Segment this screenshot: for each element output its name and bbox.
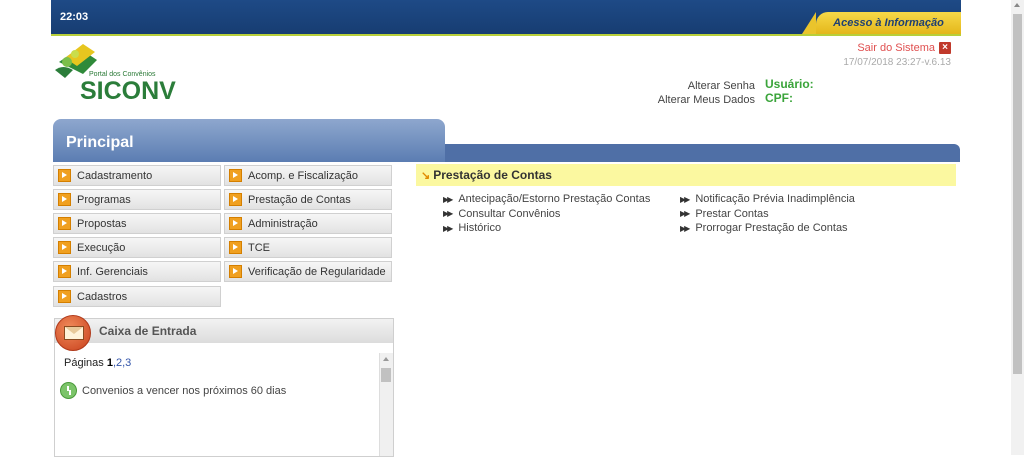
link-prorrogar-prestacao[interactable]: ▶▶ Prorrogar Prestação de Contas <box>680 221 855 236</box>
arrow-down-right-icon: ↘ <box>421 169 431 182</box>
arrow-right-icon <box>58 290 71 303</box>
clock-icon <box>60 382 77 399</box>
links-column-1: ▶▶ Antecipação/Estorno Prestação Contas ▶… <box>443 192 650 236</box>
menu-label: Programas <box>77 193 131 206</box>
link-prestar-contas[interactable]: ▶▶ Prestar Contas <box>680 207 855 222</box>
browser-scrollbar[interactable] <box>1011 0 1024 455</box>
menu-label: TCE <box>248 241 270 254</box>
cpf-label: CPF: <box>765 91 793 105</box>
link-label: Notificação Prévia Inadimplência <box>695 193 855 206</box>
menu-label: Verificação de Regularidade <box>248 265 386 278</box>
scroll-up-icon[interactable] <box>383 357 389 361</box>
logout-link[interactable]: Sair do Sistema <box>857 42 935 54</box>
arrow-right-icon <box>229 169 242 182</box>
menu-prestacao-contas[interactable]: Prestação de Contas <box>224 189 392 210</box>
arrow-right-icon <box>58 169 71 182</box>
page: 22:03 Acesso à Informação Portal dos Con… <box>51 0 961 457</box>
double-arrow-icon: ▶▶ <box>680 194 690 204</box>
datetime-version: 17/07/2018 23:27-v.6.13 <box>843 57 951 68</box>
arrow-right-icon <box>229 217 242 230</box>
menu-label: Administração <box>248 217 318 230</box>
change-password-link[interactable]: Alterar Senha <box>651 79 755 93</box>
arrow-right-icon <box>58 217 71 230</box>
inbox-panel: Caixa de Entrada Páginas 1,2,3 Convenios… <box>54 315 394 457</box>
menu-label: Propostas <box>77 217 127 230</box>
logo-title: SICONV <box>80 77 176 105</box>
section-title: Prestação de Contas <box>433 168 552 182</box>
link-label: Antecipação/Estorno Prestação Contas <box>458 193 651 206</box>
principal-title: Principal <box>66 134 134 151</box>
section-header: ↘ Prestação de Contas <box>416 164 956 186</box>
menu-label: Inf. Gerenciais <box>77 265 148 278</box>
link-label: Prorrogar Prestação de Contas <box>695 222 848 235</box>
close-icon[interactable]: × <box>939 42 951 54</box>
menu-execucao[interactable]: Execução <box>53 237 221 258</box>
scroll-thumb[interactable] <box>1013 14 1022 374</box>
change-data-link[interactable]: Alterar Meus Dados <box>651 93 755 107</box>
double-arrow-icon: ▶▶ <box>680 223 690 233</box>
menu-verificacao-regularidade[interactable]: Verificação de Regularidade <box>224 261 392 282</box>
menu-administracao[interactable]: Administração <box>224 213 392 234</box>
other-pages[interactable]: ,2,3 <box>113 357 131 369</box>
top-bar: 22:03 Acesso à Informação <box>51 0 961 36</box>
menu-programas[interactable]: Programas <box>53 189 221 210</box>
link-antecipacao-estorno[interactable]: ▶▶ Antecipação/Estorno Prestação Contas <box>443 192 650 207</box>
arrow-right-icon <box>58 265 71 278</box>
user-links: Alterar Senha Alterar Meus Dados <box>651 79 755 107</box>
mail-icon <box>55 315 91 351</box>
menu-inf-gerenciais[interactable]: Inf. Gerenciais <box>53 261 221 282</box>
arrow-right-icon <box>58 241 71 254</box>
menu-label: Cadastramento <box>77 169 153 182</box>
links-column-2: ▶▶ Notificação Prévia Inadimplência ▶▶ Pre… <box>680 192 855 236</box>
logout-area: Sair do Sistema × <box>857 42 951 54</box>
menu-label: Cadastros <box>77 290 128 303</box>
menu-label: Acomp. e Fiscalização <box>248 169 359 182</box>
inbox-header: Caixa de Entrada <box>55 315 393 351</box>
arrow-right-icon <box>58 193 71 206</box>
inbox-pagination: Páginas 1,2,3 <box>64 357 131 369</box>
menu-propostas[interactable]: Propostas <box>53 213 221 234</box>
access-info-link[interactable]: Acesso à Informação <box>802 12 961 34</box>
menu-label: Prestação de Contas <box>248 193 351 206</box>
clock-time: 22:03 <box>60 11 89 23</box>
inbox-item[interactable]: Convenios a vencer nos próximos 60 dias <box>60 382 286 399</box>
scroll-up-icon[interactable] <box>1014 3 1020 7</box>
arrow-right-icon <box>229 241 242 254</box>
pages-label: Páginas <box>64 357 104 369</box>
menu-acomp-fiscalizacao[interactable]: Acomp. e Fiscalização <box>224 165 392 186</box>
inbox-item-label: Convenios a vencer nos próximos 60 dias <box>82 384 287 397</box>
inbox-scrollbar[interactable] <box>379 353 393 456</box>
link-label: Prestar Contas <box>695 207 769 220</box>
menu-cadastros[interactable]: Cadastros <box>53 286 221 307</box>
double-arrow-icon: ▶▶ <box>680 209 690 219</box>
user-label: Usuário: <box>765 77 814 91</box>
siconv-logo[interactable]: Portal dos Convênios SICONV <box>53 40 183 104</box>
link-label: Histórico <box>458 222 502 235</box>
scroll-thumb[interactable] <box>381 368 391 382</box>
double-arrow-icon: ▶▶ <box>443 223 453 233</box>
menu-cadastramento[interactable]: Cadastramento <box>53 165 221 186</box>
user-info: Usuário: CPF: <box>765 77 814 105</box>
link-consultar-convenios[interactable]: ▶▶ Consultar Convênios <box>443 207 650 222</box>
inbox-title: Caixa de Entrada <box>99 324 197 338</box>
link-label: Consultar Convênios <box>458 207 561 220</box>
arrow-right-icon <box>229 193 242 206</box>
arrow-right-icon <box>229 265 242 278</box>
double-arrow-icon: ▶▶ <box>443 194 453 204</box>
menu-label: Execução <box>77 241 126 254</box>
principal-tab: Principal <box>53 119 445 162</box>
double-arrow-icon: ▶▶ <box>443 209 453 219</box>
link-notificacao-previa[interactable]: ▶▶ Notificação Prévia Inadimplência <box>680 192 855 207</box>
menu-tce[interactable]: TCE <box>224 237 392 258</box>
link-historico[interactable]: ▶▶ Histórico <box>443 221 650 236</box>
